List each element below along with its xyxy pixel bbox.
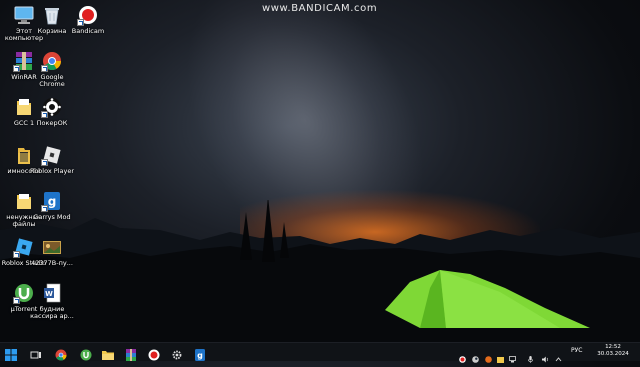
network-icon[interactable] bbox=[509, 348, 516, 363]
desktop-icon-label: 42377B-пу... bbox=[31, 259, 73, 267]
task-view-icon[interactable] bbox=[30, 346, 42, 359]
folder-tray-icon[interactable] bbox=[497, 348, 504, 363]
desktop-icon-label: Google Chrome bbox=[39, 73, 65, 88]
chrome-icon[interactable] bbox=[55, 346, 67, 361]
desktop-icon-word-doc[interactable]: W будние кассира ар... bbox=[28, 282, 76, 320]
settings-icon[interactable] bbox=[171, 346, 183, 360]
steam-icon[interactable] bbox=[472, 348, 479, 363]
shortcut-arrow-icon bbox=[13, 251, 20, 258]
desktop-icon-label: Bandicam bbox=[71, 27, 105, 35]
image-file-icon bbox=[41, 236, 63, 258]
svg-text:g: g bbox=[48, 195, 57, 209]
utorrent-icon[interactable] bbox=[80, 346, 92, 361]
desktop-icon-image-file[interactable]: 42377B-пу... bbox=[28, 236, 76, 267]
winrar-icon[interactable] bbox=[125, 346, 137, 361]
file-explorer-icon[interactable] bbox=[102, 346, 114, 360]
word-document-icon: W bbox=[41, 282, 63, 304]
clock-date: 30.03.2024 bbox=[597, 351, 629, 357]
chrome-icon bbox=[41, 50, 63, 72]
volume-icon[interactable] bbox=[542, 348, 549, 363]
bandicam-icon[interactable] bbox=[148, 346, 160, 361]
chevron-up-icon[interactable] bbox=[555, 348, 562, 362]
clock-time: 12:52 bbox=[605, 344, 621, 350]
shortcut-arrow-icon bbox=[41, 205, 48, 212]
desktop-icon-pokerok[interactable]: ПокерОК bbox=[28, 96, 76, 127]
desktop-icon-roblox-player[interactable]: Roblox Player bbox=[28, 144, 76, 175]
shortcut-arrow-icon bbox=[41, 159, 48, 166]
bandicam-icon bbox=[77, 4, 99, 26]
clock[interactable]: 12:52 30.03.2024 bbox=[591, 344, 635, 358]
desktop-icon-label: ПокерОК bbox=[36, 119, 68, 127]
microphone-icon[interactable] bbox=[527, 348, 534, 363]
start-icon[interactable] bbox=[5, 346, 17, 361]
bandicam-watermark: www.BANDICAM.com bbox=[262, 3, 378, 14]
shortcut-arrow-icon bbox=[13, 297, 20, 304]
roblox-icon bbox=[41, 144, 63, 166]
desktop-icon-garrys-mod[interactable]: g Garrys Mod bbox=[28, 190, 76, 221]
recycle-bin-icon bbox=[41, 4, 63, 26]
svg-text:W: W bbox=[45, 290, 53, 298]
shortcut-arrow-icon bbox=[13, 65, 20, 72]
mountain-landscape bbox=[0, 200, 640, 342]
shortcut-arrow-icon bbox=[77, 19, 84, 26]
taskbar: g РУС 12:52 30.03.2024 bbox=[0, 342, 640, 363]
svg-text:g: g bbox=[197, 351, 203, 360]
desktop-icon-label: Roblox Player bbox=[29, 167, 75, 175]
desktop-icon-google-chrome[interactable]: Google Chrome bbox=[28, 50, 76, 88]
shortcut-arrow-icon bbox=[41, 111, 48, 118]
garrysmod-icon[interactable]: g bbox=[194, 346, 206, 361]
pokerok-icon bbox=[41, 96, 63, 118]
desktop-icon-label: будние кассира ар... bbox=[30, 305, 74, 320]
desktop-icon-label: Garrys Mod bbox=[33, 213, 71, 221]
shortcut-arrow-icon bbox=[41, 65, 48, 72]
garrysmod-icon: g bbox=[41, 190, 63, 212]
bandicam-tray-icon[interactable] bbox=[459, 348, 466, 363]
language-indicator[interactable]: РУС bbox=[571, 347, 582, 354]
overwolf-icon[interactable] bbox=[485, 348, 492, 363]
desktop-icon-bandicam[interactable]: Bandicam bbox=[64, 4, 112, 35]
